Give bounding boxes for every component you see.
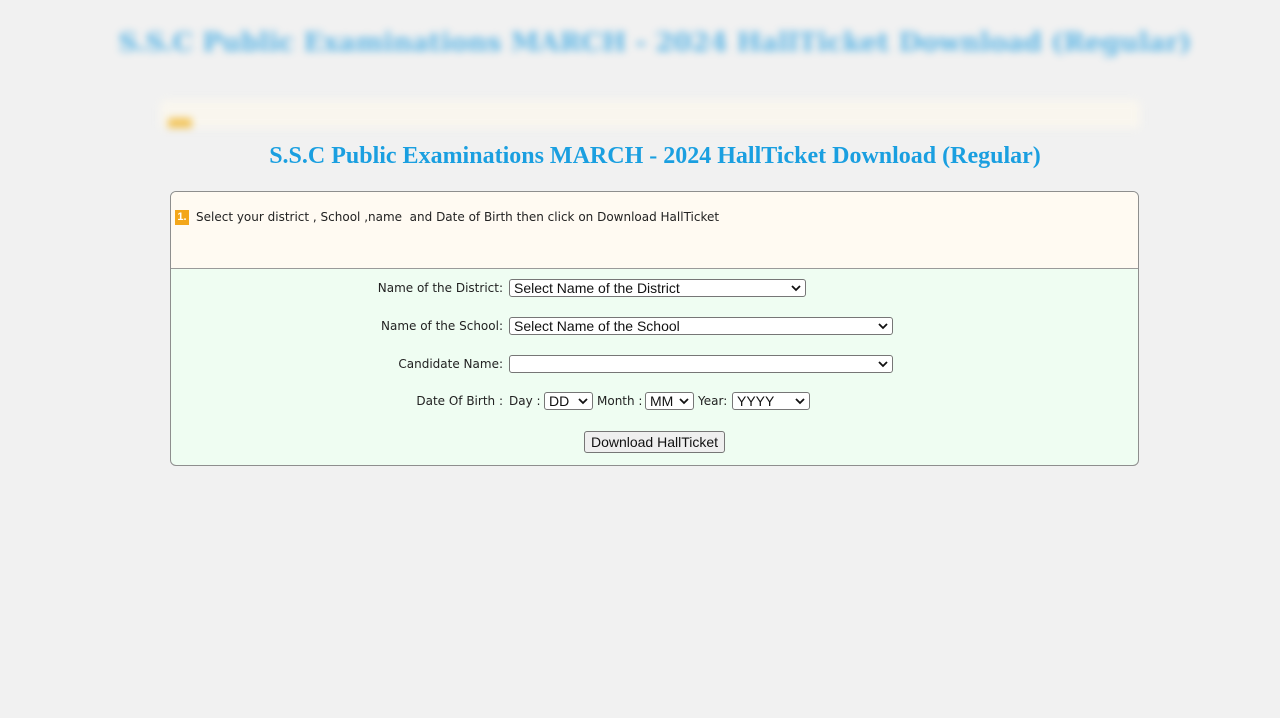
download-hallticket-button[interactable]: Download HallTicket [584,431,725,453]
district-select[interactable]: Select Name of the District [509,279,806,297]
dob-label: Date Of Birth : [416,394,503,408]
day-select-value: DD [549,393,570,409]
district-label: Name of the District: [377,281,503,295]
year-label: Year: [698,394,728,408]
blurred-page-title: S.S.C Public Examinations MARCH - 2024 H… [118,28,1192,58]
chevron-down-icon [791,285,801,292]
step-badge: 1. [175,210,189,225]
blurred-instruction-panel [160,100,1140,128]
blurred-step-badge [168,118,192,128]
year-select[interactable]: YYYY [732,392,810,410]
instruction-panel: 1. Select your district , School ,name a… [171,192,1138,269]
month-label: Month : [597,394,643,408]
day-select[interactable]: DD [544,392,593,410]
school-label: Name of the School: [381,319,503,333]
candidate-select[interactable] [509,355,893,373]
blurred-header-backdrop: S.S.C Public Examinations MARCH - 2024 H… [0,0,1280,128]
district-select-value: Select Name of the District [514,280,680,296]
school-select[interactable]: Select Name of the School [509,317,893,335]
page-title: S.S.C Public Examinations MARCH - 2024 H… [269,143,1041,169]
chevron-down-icon [878,323,888,330]
chevron-down-icon [679,398,689,405]
instruction-text: Select your district , School ,name and … [196,210,720,224]
candidate-label: Candidate Name: [398,357,503,371]
chevron-down-icon [578,398,588,405]
month-select-value: MM [650,393,674,409]
school-select-value: Select Name of the School [514,318,680,334]
chevron-down-icon [795,398,805,405]
year-select-value: YYYY [737,393,775,409]
day-label: Day : [509,394,541,408]
chevron-down-icon [878,361,888,368]
hallticket-form: 1. Select your district , School ,name a… [170,191,1139,466]
month-select[interactable]: MM [645,392,694,410]
